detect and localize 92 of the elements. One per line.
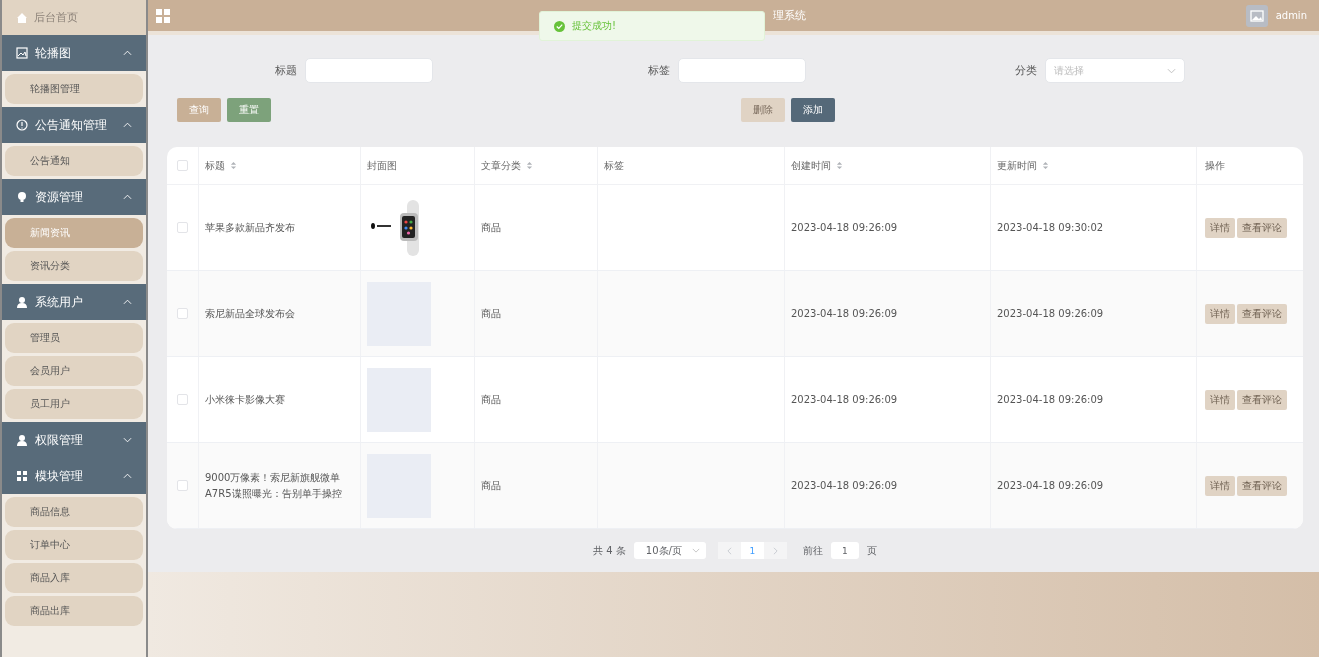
sidebar-group[interactable]: 资源管理 (2, 179, 146, 215)
page-suffix: 页 (866, 543, 877, 558)
comments-button[interactable]: 查看评论 (1237, 303, 1287, 324)
total-count: 共 4 条 (593, 543, 626, 558)
column-header: 更新时间 (997, 158, 1037, 173)
sidebar-item[interactable]: 会员用户 (5, 356, 143, 386)
goto-label: 前往 (802, 543, 823, 558)
table-cell-text: 索尼新品全球发布会 (205, 306, 295, 321)
sidebar-item[interactable]: 订单中心 (5, 530, 143, 560)
page-input[interactable]: 1 (830, 542, 859, 559)
table-cell-text: 小米徕卡影像大赛 (205, 392, 285, 407)
info-icon (16, 119, 28, 131)
lightbulb-icon (16, 191, 28, 203)
sidebar-item[interactable]: 公告通知 (5, 146, 143, 176)
column-header: 标签 (604, 158, 624, 173)
sidebar-group[interactable]: 轮播图 (2, 35, 146, 71)
chevron-up-icon (123, 473, 132, 479)
sidebar-item[interactable]: 商品入库 (5, 563, 143, 593)
sort-icon[interactable] (230, 161, 237, 170)
filter-label: 标签 (647, 63, 670, 78)
checkbox[interactable] (177, 222, 188, 233)
app-title: 理系统 (773, 8, 806, 23)
table-cell: 2023-04-18 09:26:09 (791, 480, 898, 491)
table-cell: 商品 (481, 478, 501, 493)
comments-button[interactable]: 查看评论 (1237, 475, 1287, 496)
add-button[interactable]: 添加 (791, 98, 835, 122)
chevron-down-icon (123, 437, 132, 443)
chevron-up-icon (123, 299, 132, 305)
user-icon (16, 296, 28, 308)
page-button[interactable]: 1 (740, 542, 764, 559)
table-cell: 2023-04-18 09:26:09 (791, 394, 898, 405)
sidebar-group[interactable]: 公告通知管理 (2, 107, 146, 143)
grid-icon (16, 470, 28, 482)
checkbox[interactable] (177, 394, 188, 405)
chevron-right-icon (772, 546, 778, 555)
sidebar-item[interactable]: 资讯分类 (5, 251, 143, 281)
sidebar-item[interactable]: 商品出库 (5, 596, 143, 626)
text-field[interactable] (677, 58, 806, 83)
column-header: 标题 (205, 158, 225, 173)
table-cell: 商品 (481, 220, 501, 235)
filter-label: 分类 (1014, 63, 1037, 78)
text-field[interactable] (304, 58, 433, 83)
sort-icon[interactable] (526, 161, 533, 170)
sort-icon[interactable] (836, 161, 843, 170)
table-cell: 商品 (481, 306, 501, 321)
details-button[interactable]: 详情 (1205, 303, 1235, 324)
checkbox[interactable] (177, 308, 188, 319)
table-cell: 商品 (481, 392, 501, 407)
toast-message: 提交成功! (572, 19, 616, 33)
comments-button[interactable]: 查看评论 (1237, 217, 1287, 238)
picture-icon (16, 47, 28, 59)
chevron-left-icon (726, 546, 732, 555)
reset-button[interactable]: 重置 (227, 98, 271, 122)
comments-button[interactable]: 查看评论 (1237, 389, 1287, 410)
sidebar-item[interactable]: 管理员 (5, 323, 143, 353)
user-icon (16, 434, 28, 446)
sidebar-group[interactable]: 权限管理 (2, 422, 146, 458)
avatar-icon[interactable] (1245, 4, 1268, 27)
column-header: 文章分类 (481, 158, 521, 173)
chevron-up-icon (123, 122, 132, 128)
table-cell: 2023-04-18 09:26:09 (997, 480, 1104, 491)
details-button[interactable]: 详情 (1205, 389, 1235, 410)
table-cell: 2023-04-18 09:30:02 (997, 222, 1104, 233)
chevron-down-icon (1166, 67, 1176, 74)
chevron-up-icon (123, 50, 132, 56)
checkbox[interactable] (177, 160, 188, 171)
sidebar-item[interactable]: 轮播图管理 (5, 74, 143, 104)
checkbox[interactable] (177, 480, 188, 491)
details-button[interactable]: 详情 (1205, 475, 1235, 496)
table-cell-text: 9000万像素！索尼新旗舰微单A7R5谍照曝光：告别单手操控 (205, 470, 343, 501)
grid-icon[interactable] (156, 8, 170, 23)
column-header: 封面图 (367, 158, 397, 173)
home-icon (16, 11, 28, 24)
table-cell: 2023-04-18 09:26:09 (997, 394, 1104, 405)
page-size-select[interactable]: 10条/页 (633, 542, 706, 559)
table-cell: 2023-04-18 09:26:09 (997, 308, 1104, 319)
column-header: 操作 (1205, 158, 1225, 173)
sidebar-group[interactable]: 系统用户 (2, 284, 146, 320)
check-circle-icon (554, 20, 565, 32)
table-cell: 2023-04-18 09:26:09 (791, 308, 898, 319)
sidebar-group[interactable]: 模块管理 (2, 458, 146, 494)
chevron-down-icon (691, 548, 700, 553)
filter-label: 标题 (274, 63, 297, 78)
table-cell: 2023-04-18 09:26:09 (791, 222, 898, 233)
table-cell-text: 苹果多款新品齐发布 (205, 220, 295, 235)
sidebar-item[interactable]: 商品信息 (5, 497, 143, 527)
chevron-up-icon (123, 194, 132, 200)
sort-icon[interactable] (1042, 161, 1049, 170)
sidebar-item[interactable]: 员工用户 (5, 389, 143, 419)
column-header: 创建时间 (791, 158, 831, 173)
sidebar-home-item[interactable]: 后台首页 (2, 0, 146, 35)
details-button[interactable]: 详情 (1205, 217, 1235, 238)
